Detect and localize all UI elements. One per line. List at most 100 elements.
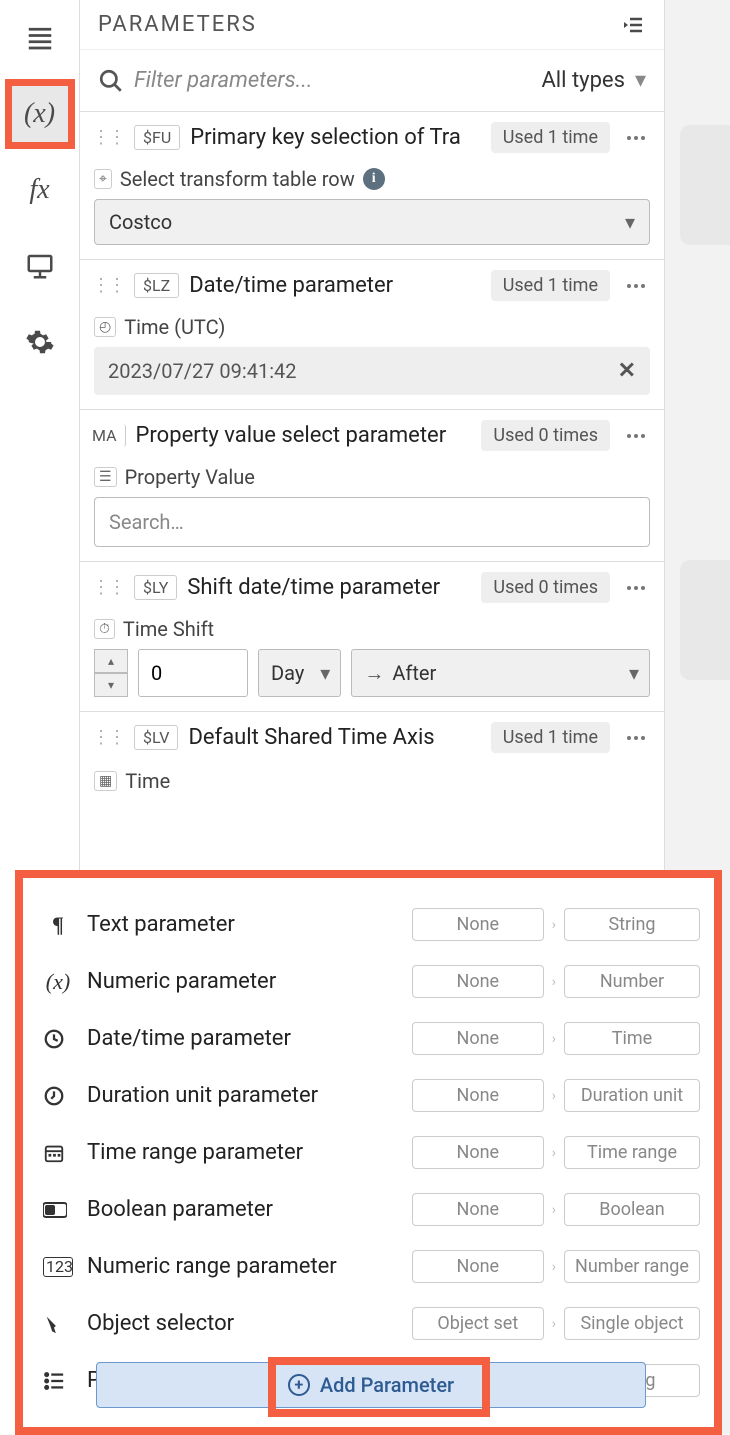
add-menu-label: Boolean parameter xyxy=(87,1197,398,1222)
add-menu-item[interactable]: 123 Numeric range parameter None › Numbe… xyxy=(43,1238,700,1295)
shift-direction-select[interactable]: → After xyxy=(351,649,650,697)
input-type-pill[interactable]: None xyxy=(412,908,544,941)
more-menu-icon[interactable] xyxy=(620,424,652,448)
parameter-block: ⋮⋮ $LV Default Shared Time Axis Used 1 t… xyxy=(80,712,664,799)
shift-unit-select[interactable]: Day xyxy=(258,649,341,697)
object-selector-icon xyxy=(43,1313,73,1335)
more-menu-icon[interactable] xyxy=(620,576,652,600)
param-title: Date/time parameter xyxy=(189,273,480,298)
add-menu-item[interactable]: Boolean parameter None › Boolean xyxy=(43,1181,700,1238)
add-menu-label: Text parameter xyxy=(87,912,398,937)
usage-badge: Used 1 time xyxy=(491,122,610,153)
add-menu-item[interactable]: Date/time parameter None › Time xyxy=(43,1010,700,1067)
param-title: Primary key selection of Tra xyxy=(190,125,480,150)
param-tag: $FU xyxy=(134,125,180,150)
chevron-right-icon: › xyxy=(552,1031,556,1047)
field-label: Time (UTC) xyxy=(124,315,225,339)
add-menu-item[interactable]: Object selector Object set › Single obje… xyxy=(43,1295,700,1352)
add-menu-item[interactable]: ¶ Text parameter None › String xyxy=(43,896,700,953)
input-type-pill[interactable]: None xyxy=(412,1022,544,1055)
highlight-box xyxy=(268,1357,490,1417)
output-type-pill[interactable]: Number xyxy=(564,965,700,998)
input-type-pill[interactable]: Object set xyxy=(412,1307,544,1340)
chevron-right-icon: › xyxy=(552,917,556,933)
output-type-pill[interactable]: Single object xyxy=(564,1307,700,1340)
input-type-pill[interactable]: None xyxy=(412,1079,544,1112)
collapse-icon[interactable] xyxy=(622,13,646,37)
add-parameter-menu: ¶ Text parameter None › String (x) Numer… xyxy=(15,870,722,1435)
add-menu-label: Numeric range parameter xyxy=(87,1254,398,1279)
shift-number-input[interactable] xyxy=(138,649,248,697)
add-menu-item[interactable]: (x) Numeric parameter None › Number xyxy=(43,953,700,1010)
filter-input[interactable] xyxy=(132,67,533,94)
input-type-pill[interactable]: None xyxy=(412,1250,544,1283)
property-search-input[interactable] xyxy=(94,497,650,547)
filter-row: All types ▾ xyxy=(80,50,664,112)
clock-icon xyxy=(43,1028,73,1050)
add-menu-item[interactable]: Duration unit parameter None › Duration … xyxy=(43,1067,700,1124)
duration-icon xyxy=(43,1085,73,1107)
usage-badge: Used 0 times xyxy=(481,420,610,451)
drag-handle-icon[interactable]: ⋮⋮ xyxy=(92,275,124,296)
more-menu-icon[interactable] xyxy=(620,726,652,750)
arrow-right-icon: → xyxy=(364,661,384,686)
output-type-pill[interactable]: String xyxy=(564,908,700,941)
add-menu-label: Duration unit parameter xyxy=(87,1083,398,1108)
output-type-pill[interactable]: Time xyxy=(564,1022,700,1055)
add-menu-label: Object selector xyxy=(87,1311,398,1336)
search-icon xyxy=(90,68,132,94)
drag-handle-icon[interactable]: ⋮⋮ xyxy=(92,727,124,748)
datetime-value: 2023/07/27 09:41:42 xyxy=(108,359,297,383)
datetime-input[interactable]: 2023/07/27 09:41:42 ✕ xyxy=(94,347,650,395)
field-label-row: ⌖ Select transform table row i xyxy=(94,163,650,199)
output-type-pill[interactable]: Boolean xyxy=(564,1193,700,1226)
panel-header: PARAMETERS xyxy=(80,0,664,50)
settings-icon[interactable] xyxy=(12,314,68,370)
usage-badge: Used 1 time xyxy=(491,270,610,301)
type-filter-select[interactable]: All types ▾ xyxy=(533,68,654,93)
drag-handle-icon[interactable]: ⋮⋮ xyxy=(92,127,124,148)
shift-unit-value: Day xyxy=(271,661,304,685)
input-type-pill[interactable]: None xyxy=(412,1136,544,1169)
more-menu-icon[interactable] xyxy=(620,274,652,298)
value-select[interactable]: Costco xyxy=(94,199,650,245)
numeric-range-icon: 123 xyxy=(43,1257,73,1277)
field-label: Time xyxy=(125,769,170,793)
field-label-row: ☰ Property Value xyxy=(94,461,650,497)
numeric-icon: (x) xyxy=(43,969,73,995)
timer-icon: ⏱ xyxy=(94,619,115,639)
param-title: Shift date/time parameter xyxy=(187,575,471,600)
input-type-pill[interactable]: None xyxy=(412,1193,544,1226)
add-menu-label: Numeric parameter xyxy=(87,969,398,994)
chevron-right-icon: › xyxy=(552,1088,556,1104)
calendar-icon xyxy=(43,1142,73,1164)
presentation-icon[interactable] xyxy=(12,238,68,294)
output-type-pill[interactable]: Number range xyxy=(564,1250,700,1283)
field-label-row: ⏱ Time Shift xyxy=(94,613,650,649)
parameters-tab-icon[interactable]: (x) xyxy=(12,86,68,142)
param-tag: $LV xyxy=(134,725,178,750)
fx-tab-icon[interactable]: fx xyxy=(12,162,68,218)
step-up-button[interactable]: ▴ xyxy=(94,649,128,673)
boolean-icon xyxy=(43,1201,73,1219)
clear-icon[interactable]: ✕ xyxy=(618,359,636,384)
add-menu-label: Time range parameter xyxy=(87,1140,398,1165)
drag-handle-icon[interactable]: ⋮⋮ xyxy=(92,577,124,598)
info-icon[interactable]: i xyxy=(363,168,385,190)
add-menu-item[interactable]: Time range parameter None › Time range xyxy=(43,1124,700,1181)
param-title: Property value select parameter xyxy=(136,423,472,448)
output-type-pill[interactable]: Time range xyxy=(564,1136,700,1169)
menu-icon[interactable] xyxy=(12,10,68,66)
input-type-pill[interactable]: None xyxy=(412,965,544,998)
value-text: Costco xyxy=(109,210,172,234)
param-title: Default Shared Time Axis xyxy=(188,725,480,750)
field-label-row: ◴ Time (UTC) xyxy=(94,311,650,347)
usage-badge: Used 0 times xyxy=(481,572,610,603)
text-icon: ¶ xyxy=(43,912,73,938)
param-tag: MA xyxy=(92,424,126,447)
more-menu-icon[interactable] xyxy=(620,126,652,150)
chevron-right-icon: › xyxy=(552,1145,556,1161)
parameter-block: MA Property value select parameter Used … xyxy=(80,410,664,562)
output-type-pill[interactable]: Duration unit xyxy=(564,1079,700,1112)
step-down-button[interactable]: ▾ xyxy=(94,673,128,697)
